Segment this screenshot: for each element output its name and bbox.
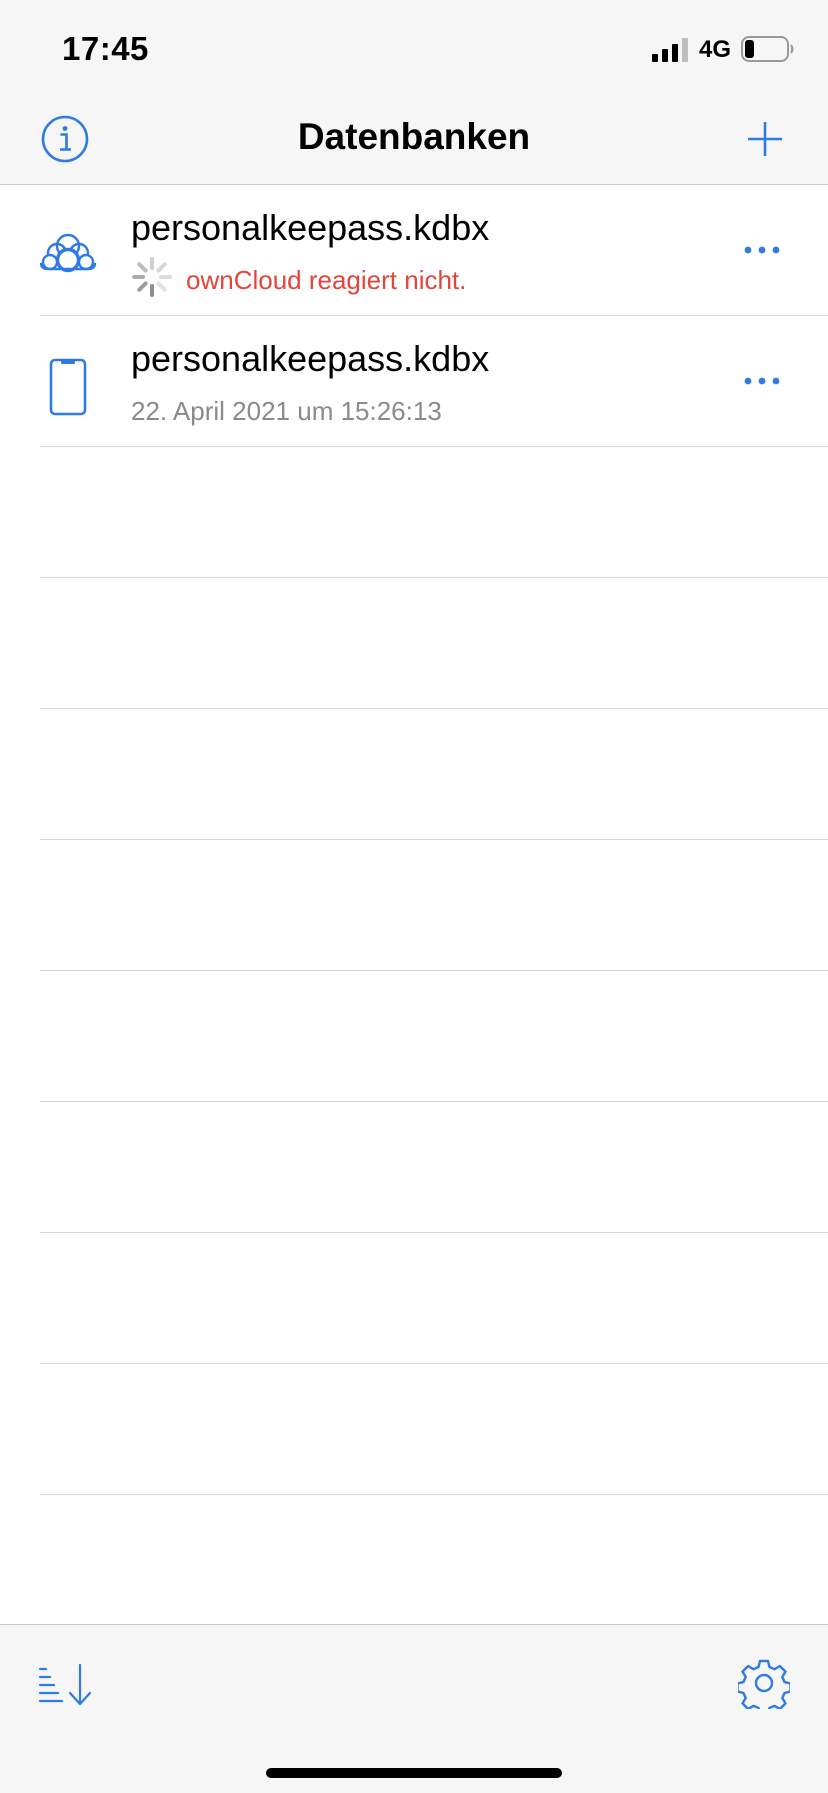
empty-row [40,1495,828,1626]
database-row-owncloud[interactable]: personalkeepass.kdbx ownCloud reagiert n… [39,185,828,316]
iphone-icon [49,358,87,416]
database-list: personalkeepass.kdbx ownCloud reagiert n… [0,185,828,1626]
battery-icon [741,36,794,62]
empty-row [40,578,828,709]
owncloud-icon [39,233,97,273]
loading-spinner-icon [132,257,172,297]
more-options-icon[interactable] [742,235,782,265]
empty-row [40,971,828,1102]
database-status-error: ownCloud reagiert nicht. [186,265,467,295]
database-name: personalkeepass.kdbx [131,338,490,379]
database-modified-date: 22. April 2021 um 15:26:13 [131,396,442,426]
network-type: 4G [699,36,732,63]
navigation-bar: Datenbanken [0,96,828,185]
empty-row [40,1102,828,1233]
more-options-icon[interactable] [742,366,782,396]
cellular-signal-icon [652,38,688,62]
database-row-local[interactable]: personalkeepass.kdbx 22. April 2021 um 1… [40,316,828,447]
bottom-toolbar [0,1624,828,1793]
status-bar: 17:45 4G [0,0,828,96]
database-name: personalkeepass.kdbx [131,207,490,248]
empty-row [40,1364,828,1495]
gear-icon[interactable] [738,1657,790,1709]
empty-row [40,1233,828,1364]
page-title: Datenbanken [297,116,531,157]
empty-row [40,840,828,971]
empty-row [40,447,828,578]
sort-icon[interactable] [38,1661,94,1709]
home-indicator[interactable] [266,1768,562,1778]
status-time: 17:45 [62,30,149,67]
plus-icon[interactable] [742,116,788,162]
empty-row [40,709,828,840]
